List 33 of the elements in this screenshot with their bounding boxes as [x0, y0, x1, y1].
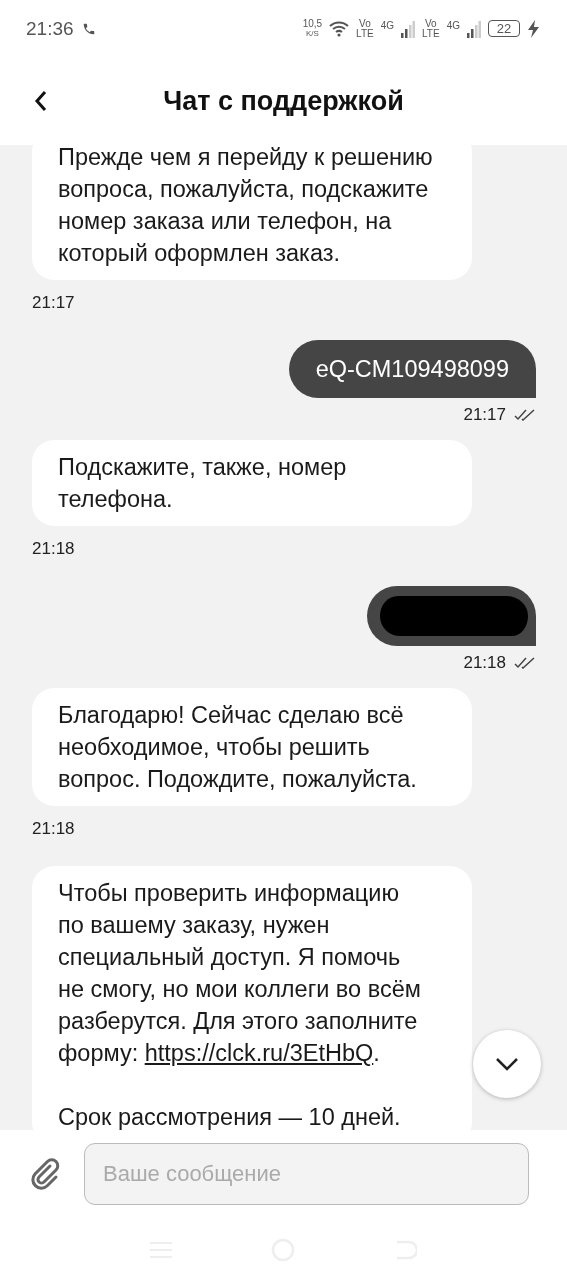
speed-unit: K/S [305, 28, 319, 39]
form-link[interactable]: https://clck.ru/3EtHbQ [144, 1040, 374, 1066]
scroll-down-button[interactable] [473, 1030, 541, 1098]
message-input[interactable]: Ваше сообщение [84, 1142, 529, 1205]
volte-label: Vo [359, 18, 371, 29]
message-text: eQ-CM109498099 [315, 356, 509, 382]
message-text: Благодарю! Сейчас сделаю всё необходимое, чтобы решить вопрос. Подождите, пожалуйста. [58, 702, 417, 792]
message-time: 21:18 [463, 653, 506, 673]
paperclip-icon [30, 1157, 62, 1190]
message-text: Чтобы проверить информацию по вашему заказу, нужен специальный доступ. Я помочь не смогу, но мои коллеги во всём разберутся. Для этого заполните форму: https://clck.ru/3EtHbQ. [58, 879, 422, 1068]
charging-icon [527, 19, 541, 38]
attach-button[interactable] [30, 1157, 62, 1190]
message-time: 21:17 [32, 293, 75, 313]
lte-label: LTE [422, 28, 440, 39]
message-time: 21:18 [32, 819, 75, 839]
lte-label: LTE [356, 28, 374, 39]
phone-icon [81, 21, 96, 36]
wifi-icon [329, 20, 350, 37]
message-text: Срок рассмотрения — 10 дней. [58, 1101, 452, 1130]
screen-title: Чат с поддержкой [163, 85, 404, 117]
network-speed: 10,5 [302, 18, 323, 29]
message-time: 21:17 [463, 405, 506, 425]
message-time: 21:18 [32, 539, 75, 559]
clock-time: 21:36 [26, 17, 74, 40]
network-type: 4G [380, 19, 395, 31]
message-text: Прежде чем я перейду к решению вопроса, пожалуйста, подскажите номер заказа или телефон, на который оформлен заказ. [58, 145, 433, 266]
message-text: Подскажите, также, номер телефона. [58, 454, 347, 512]
network-type: 4G [446, 19, 460, 31]
battery-level: 22 [488, 20, 520, 37]
chevron-down-icon [495, 1057, 519, 1071]
signal-icon [467, 19, 481, 38]
signal-icon [401, 19, 416, 38]
volte-label: Vo [425, 18, 437, 29]
